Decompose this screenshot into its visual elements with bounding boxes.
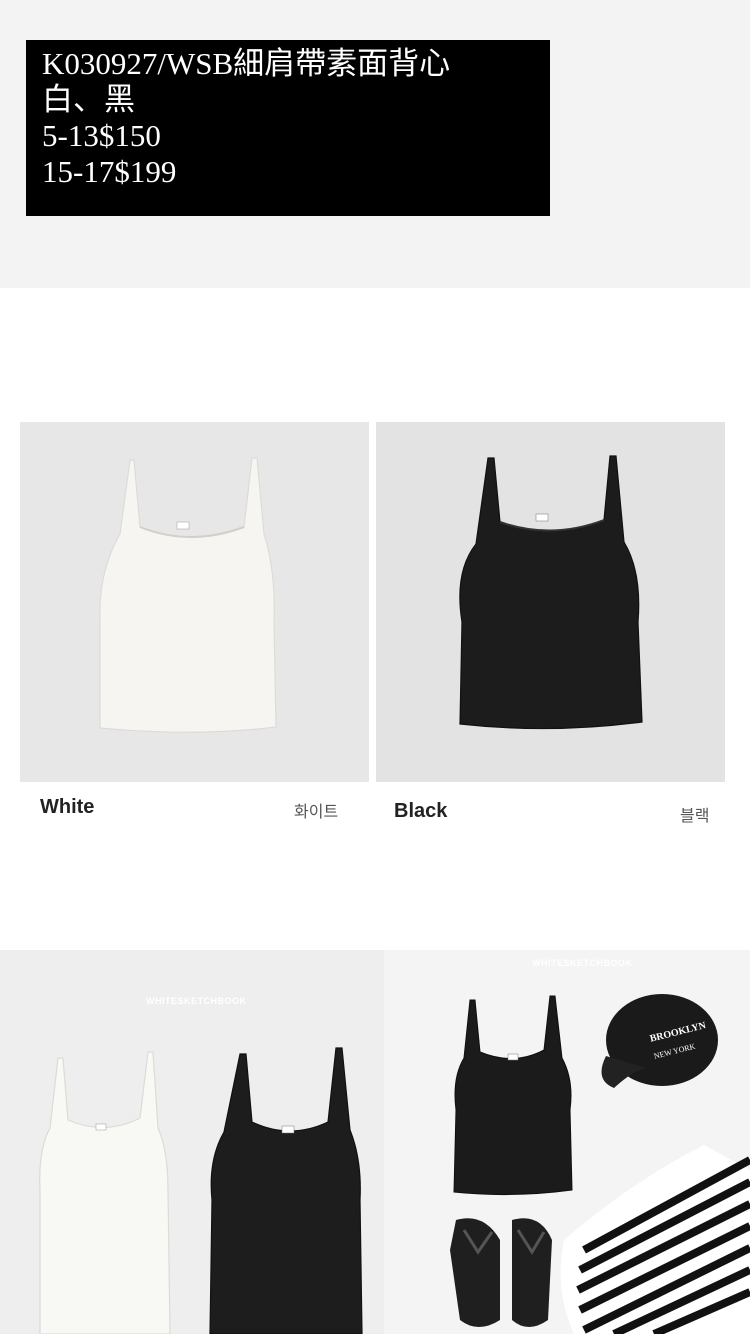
price-banner: K030927/WSB細肩帶素面背心 白、黑 5-13$150 15-17$19… <box>26 40 550 216</box>
price-large-sizes: 15-17$199 <box>42 154 177 189</box>
outfit-image: BROOKLYN NEW YORK <box>450 994 750 1334</box>
black-tank-image <box>459 455 643 730</box>
product-title: K030927/WSB細肩帶素面背心 <box>42 46 451 81</box>
striped-pants <box>560 1145 750 1334</box>
price-small-sizes: 5-13$150 <box>42 118 161 153</box>
swatch-black-name-korean: 블랙 <box>680 806 710 825</box>
both-tanks-photo[interactable]: WHITESKETCHBOOK <box>0 950 384 1334</box>
swatch-white-name: White <box>40 796 95 818</box>
watermark-left: WHITESKETCHBOOK <box>146 996 247 1006</box>
watermark-right: WHITESKETCHBOOK <box>532 958 633 968</box>
swatch-white-name-korean: 화이트 <box>294 802 339 821</box>
product-colors: 白、黑 <box>42 82 135 117</box>
black-tank-photo[interactable] <box>376 422 725 782</box>
white-tank-photo[interactable] <box>20 422 369 782</box>
swatch-black-name: Black <box>394 800 448 822</box>
both-tanks-image <box>39 1047 363 1334</box>
white-tank-image <box>99 457 277 733</box>
styled-outfit-photo[interactable]: WHITESKETCHBOOK BROOKLYN NEW YORK <box>384 950 750 1334</box>
